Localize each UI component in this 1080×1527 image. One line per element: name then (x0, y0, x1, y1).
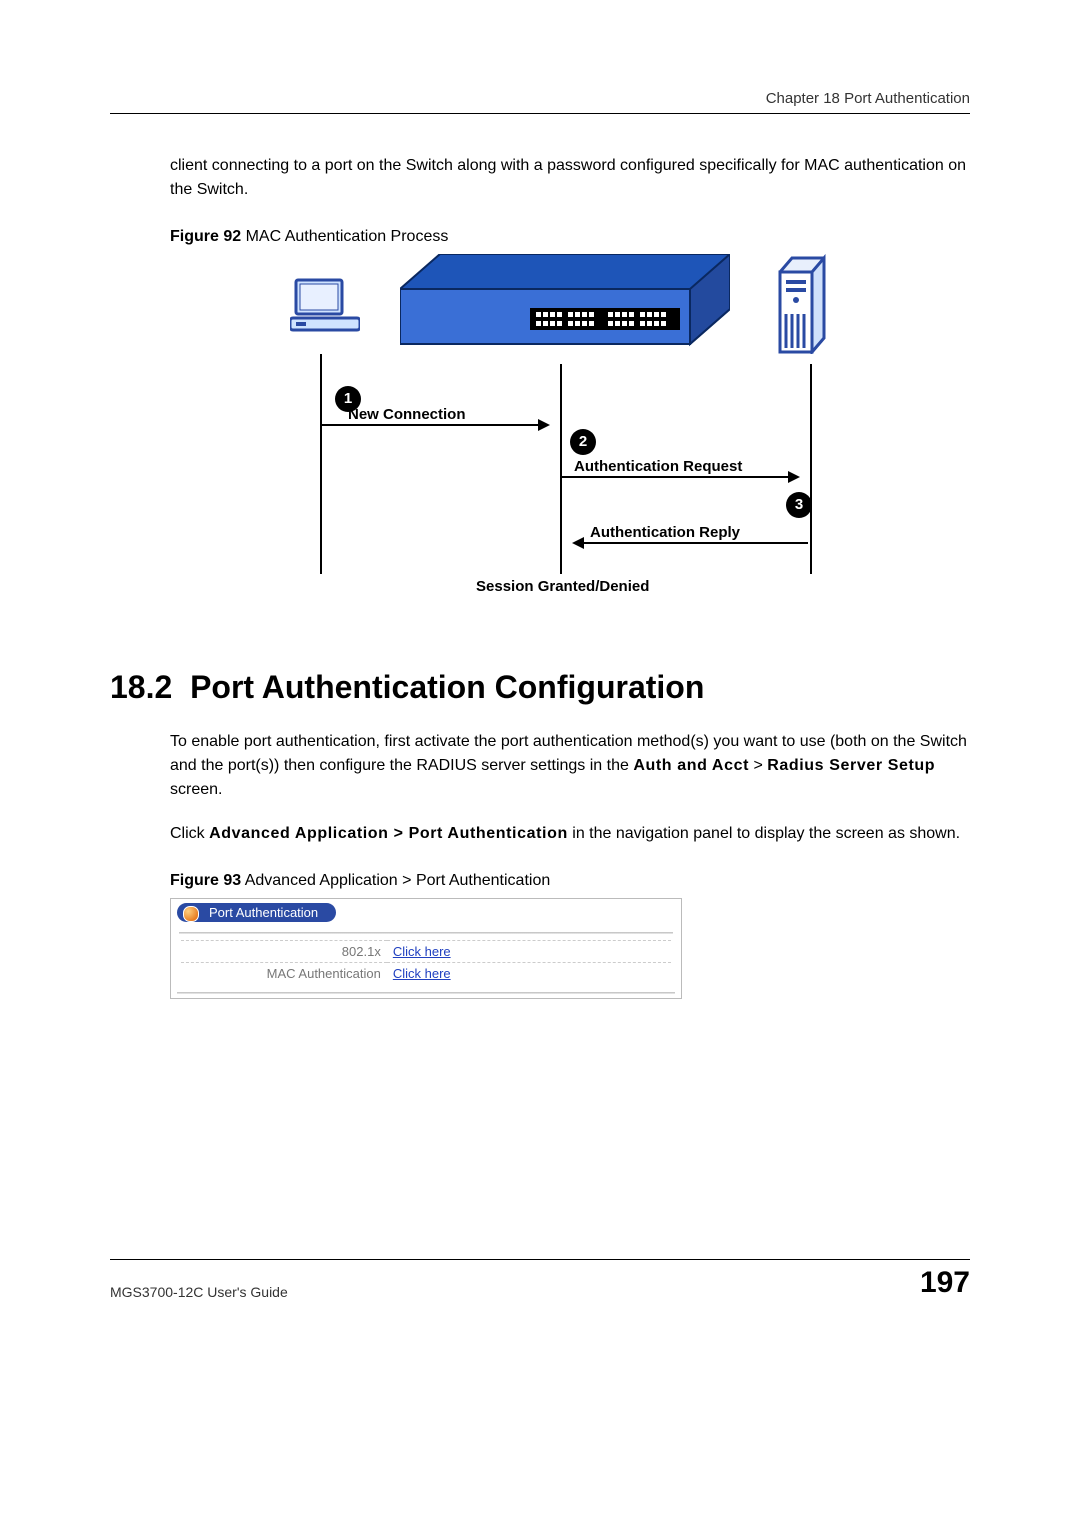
row-label-mac-auth: MAC Authentication (181, 963, 387, 985)
figure-92-caption: Figure 92 MAC Authentication Process (170, 228, 970, 246)
page-footer: MGS3700-12C User's Guide 197 (110, 1259, 970, 1300)
link-mac-auth[interactable]: Click here (393, 966, 451, 981)
para1-sep: > (749, 757, 767, 774)
path-radius-server-setup: Radius Server Setup (767, 757, 935, 774)
switch-icon (400, 254, 730, 354)
label-auth-request: Authentication Request (574, 458, 742, 475)
path-advanced-application: Advanced Application > Port Authenticati… (209, 825, 568, 842)
figure-93-caption-num: Figure 93 (170, 872, 241, 889)
section-title: Port Authentication Configuration (190, 669, 704, 705)
arrow-auth-reply (574, 542, 808, 544)
label-auth-reply: Authentication Reply (590, 524, 740, 541)
path-auth-and-acct: Auth and Acct (633, 757, 749, 774)
section-heading: 18.2 Port Authentication Configuration (110, 669, 970, 706)
lifeline-client (320, 354, 322, 574)
footer-guide-name: MGS3700-12C User's Guide (110, 1284, 288, 1300)
figure-92-diagram: 1 New Connection 2 Authentication Reques… (290, 254, 850, 604)
figure-92-caption-text: MAC Authentication Process (241, 228, 448, 245)
section-paragraph-1: To enable port authentication, first act… (170, 730, 970, 802)
panel-separator-bottom (177, 992, 675, 994)
client-pc-icon (290, 274, 360, 349)
table-row: 802.1x Click here (181, 941, 671, 963)
table-row: MAC Authentication Click here (181, 963, 671, 985)
section-number: 18.2 (110, 669, 172, 705)
para1-text-c: screen. (170, 781, 222, 798)
link-8021x[interactable]: Click here (393, 944, 451, 959)
figure-92-caption-num: Figure 92 (170, 228, 241, 245)
lifeline-server (810, 364, 812, 574)
label-new-connection: New Connection (348, 406, 466, 423)
radius-server-icon (770, 254, 830, 359)
row-label-8021x: 802.1x (181, 941, 387, 963)
port-auth-table: 802.1x Click here MAC Authentication Cli… (181, 940, 671, 984)
step-3-bubble: 3 (786, 492, 812, 518)
label-session-result: Session Granted/Denied (476, 578, 649, 595)
figure-93-caption: Figure 93 Advanced Application > Port Au… (170, 872, 970, 890)
step-2-bubble: 2 (570, 429, 596, 455)
para2-text-a: Click (170, 825, 209, 842)
chapter-header: Chapter 18 Port Authentication (110, 90, 970, 114)
figure-93-caption-text: Advanced Application > Port Authenticati… (241, 872, 550, 889)
section-paragraph-2: Click Advanced Application > Port Authen… (170, 822, 970, 846)
para2-text-b: in the navigation panel to display the s… (568, 825, 960, 842)
figure-93-panel: Port Authentication 802.1x Click here MA… (170, 898, 682, 999)
intro-paragraph: client connecting to a port on the Switc… (170, 154, 970, 202)
panel-title-pill: Port Authentication (177, 903, 336, 922)
arrow-auth-request (562, 476, 798, 478)
arrow-new-connection (322, 424, 548, 426)
panel-separator (179, 932, 673, 934)
lifeline-switch (560, 364, 562, 574)
footer-page-number: 197 (920, 1266, 970, 1300)
